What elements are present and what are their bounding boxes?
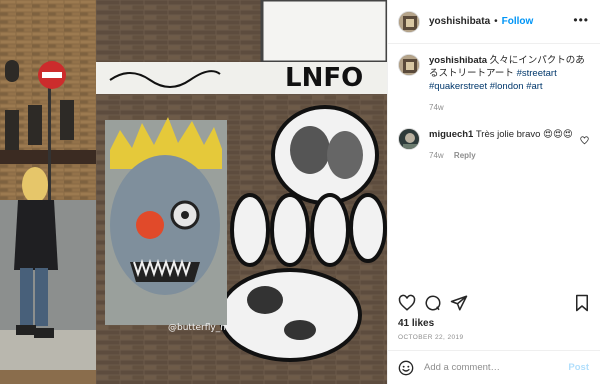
commenter-avatar[interactable]	[398, 128, 420, 150]
comment-text: Très jolie bravo 😍😍😍	[475, 129, 573, 140]
post-photo[interactable]: LNFO @butterfly_ma	[0, 0, 387, 384]
comment-item: miguech1 Très jolie bravo 😍😍😍 74w Reply	[398, 128, 591, 162]
comment-username[interactable]: miguech1	[429, 129, 473, 140]
hashtag-link[interactable]: #art	[526, 81, 542, 92]
more-options-icon[interactable]: •••	[573, 14, 589, 26]
caption-meta: 74w	[429, 101, 589, 114]
caption-body: yoshishibata 久々にインパクトのあるストリートアート #street…	[429, 54, 589, 114]
post-date[interactable]: OCTOBER 22, 2019	[398, 334, 464, 341]
avatar-image	[399, 11, 419, 32]
comment-icon[interactable]	[424, 294, 442, 312]
hashtag-link[interactable]: #london	[490, 81, 524, 92]
comment-body: miguech1 Très jolie bravo 😍😍😍 74w Reply	[429, 128, 589, 162]
paper-plane-icon[interactable]	[450, 294, 468, 312]
header-separator: •	[494, 16, 498, 27]
avatar-image	[399, 55, 419, 75]
artist-tag-text: @butterfly_ma	[168, 323, 235, 333]
caption-age[interactable]: 74w	[429, 103, 444, 112]
comment-heart-icon[interactable]	[580, 136, 589, 145]
add-comment-bar: Add a comment… Post	[388, 350, 600, 384]
instagram-post: LNFO @butterfly_ma yoshishibata • Follow…	[0, 0, 600, 384]
follow-button[interactable]: Follow	[502, 16, 534, 27]
caption-avatar[interactable]	[398, 54, 420, 76]
smiley-icon[interactable]	[398, 360, 414, 376]
wall-tag-text: LNFO	[285, 63, 363, 93]
action-bar	[388, 294, 600, 316]
heart-icon[interactable]	[398, 294, 416, 312]
post-sidebar: yoshishibata • Follow ••• yoshishibata 久…	[387, 0, 600, 384]
author-avatar[interactable]	[398, 10, 420, 33]
caption-item: yoshishibata 久々にインパクトのあるストリートアート #street…	[398, 54, 591, 114]
comment-meta: 74w Reply	[429, 149, 589, 162]
bookmark-icon[interactable]	[574, 294, 590, 312]
comments-section: yoshishibata 久々にインパクトのあるストリートアート #street…	[388, 52, 600, 162]
avatar-image	[399, 129, 419, 149]
caption-username[interactable]: yoshishibata	[429, 55, 487, 66]
post-comment-button[interactable]: Post	[568, 362, 589, 373]
hashtag-link[interactable]: #streetart	[517, 68, 557, 79]
comment-input[interactable]: Add a comment…	[424, 362, 568, 373]
street-art-photo: LNFO @butterfly_ma	[0, 0, 387, 384]
comment-age[interactable]: 74w	[429, 151, 444, 160]
reply-button[interactable]: Reply	[454, 151, 476, 160]
post-header: yoshishibata • Follow •••	[388, 0, 600, 44]
author-username[interactable]: yoshishibata	[429, 16, 490, 27]
hashtag-link[interactable]: #quakerstreet	[429, 81, 487, 92]
likes-count[interactable]: 41 likes	[398, 318, 434, 329]
